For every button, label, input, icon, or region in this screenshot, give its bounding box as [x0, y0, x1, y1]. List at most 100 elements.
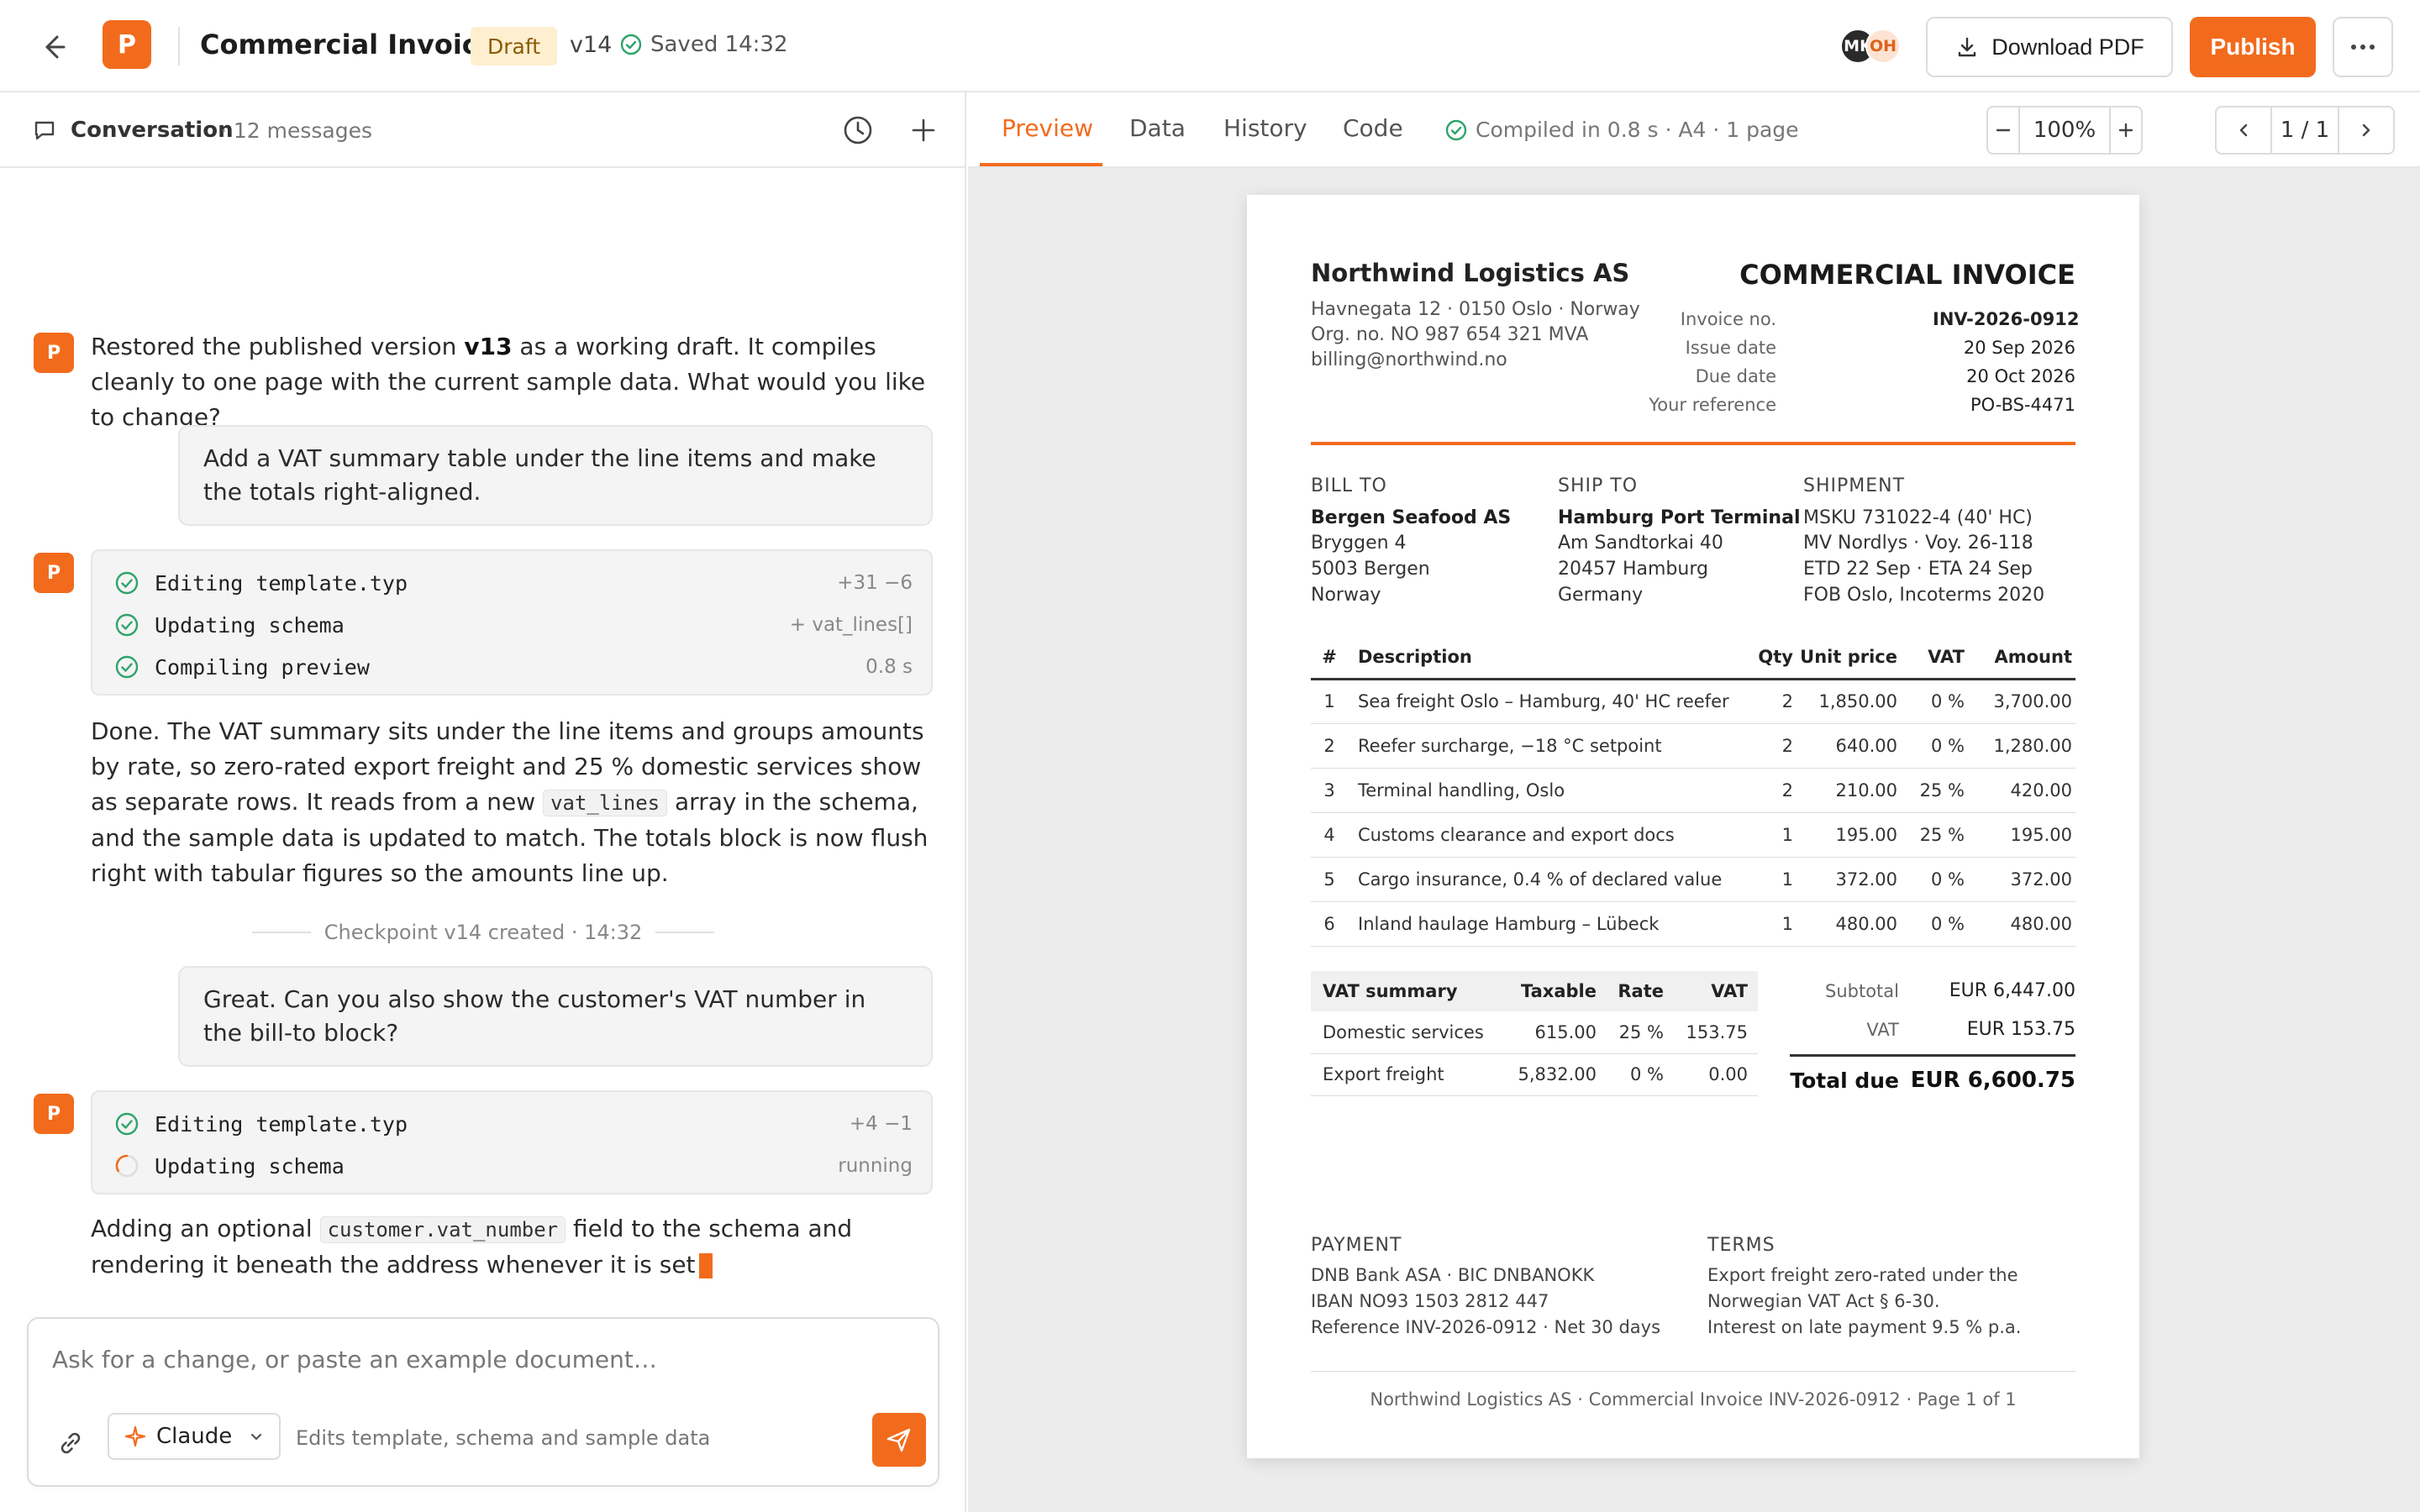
minus-icon	[1996, 129, 2011, 132]
next-page-button[interactable]	[2339, 108, 2393, 153]
due-date: 20 Oct 2026	[1966, 366, 2075, 386]
ship-to-name: Hamburg Port Terminal	[1558, 507, 1801, 528]
issue-date: 20 Sep 2026	[1963, 338, 2075, 358]
shipment-line: FOB Oslo, Incoterms 2020	[1803, 585, 2045, 606]
tab-history[interactable]: History	[1223, 114, 1307, 142]
more-horizontal-icon	[2351, 45, 2375, 50]
download-pdf-button[interactable]: Download PDF	[1926, 17, 2173, 77]
item-description: Inland haulage Hamburg – Lübeck	[1348, 901, 1743, 947]
user-message: Great. Can you also show the customer's …	[178, 966, 933, 1067]
tool-step-meta: +4 −1	[849, 1113, 913, 1135]
total-due-label: Total due	[1790, 1068, 1899, 1093]
subtotal-value: EUR 6,447.00	[1949, 980, 2075, 1001]
assistant-message: Done. The VAT summary sits under the lin…	[91, 714, 931, 891]
ship-to-line: 20457 Hamburg	[1558, 559, 1708, 580]
composer: Claude Edits template, schema and sample…	[27, 1317, 939, 1487]
table-row: Domestic services 615.00 25 % 153.75	[1311, 1011, 1758, 1054]
spinner-icon	[115, 1154, 139, 1178]
prompt-input[interactable]	[52, 1342, 909, 1376]
model-selector[interactable]: Claude	[108, 1413, 281, 1460]
chevron-left-icon	[2239, 123, 2248, 137]
header-divider	[178, 27, 180, 66]
check-circle-icon	[115, 655, 139, 679]
tool-step-label: Editing template.typ	[155, 570, 408, 596]
tab-code[interactable]: Code	[1343, 114, 1403, 142]
document-title[interactable]: Commercial Invoice	[200, 29, 496, 60]
column-header: Qty	[1743, 637, 1793, 680]
composer-hint: Edits template, schema and sample data	[296, 1426, 711, 1450]
send-button[interactable]	[872, 1413, 926, 1467]
bill-to-line: 5003 Bergen	[1311, 559, 1430, 580]
item-amount: 3,700.00	[1965, 679, 2075, 724]
streaming-cursor	[698, 1253, 713, 1278]
company-email: billing@northwind.no	[1311, 349, 1507, 370]
item-number: 1	[1311, 679, 1348, 724]
tab-preview[interactable]: Preview	[1002, 114, 1093, 142]
item-unit-price: 480.00	[1793, 901, 1897, 947]
assistant-avatar: P	[34, 553, 74, 593]
item-unit-price: 210.00	[1793, 768, 1897, 813]
item-description: Cargo insurance, 0.4 % of declared value	[1348, 857, 1743, 902]
tab-data[interactable]: Data	[1129, 114, 1186, 142]
conversation-title: Conversation	[71, 118, 234, 143]
check-circle-icon	[115, 571, 139, 595]
zoom-level[interactable]: 100%	[2018, 108, 2111, 153]
tool-step: Compiling preview 0.8 s	[114, 650, 913, 684]
line-items-table: # Description Qty Unit price VAT Amount …	[1311, 637, 2075, 947]
item-vat: 25 %	[1897, 812, 1965, 858]
table-row: Export freight 5,832.00 0 % 0.00	[1311, 1053, 1758, 1096]
message-count: · 12 messages	[220, 118, 373, 143]
check-circle-icon	[115, 1112, 139, 1136]
payment-line: DNB Bank ASA · BIC DNBANOKK	[1311, 1265, 1595, 1285]
item-qty: 1	[1743, 901, 1793, 947]
inline-code: vat_lines	[543, 790, 668, 816]
subtotal-label: Subtotal	[1825, 981, 1899, 1001]
table-header-row: VAT summary Taxable Rate VAT	[1311, 971, 1758, 1011]
table-row: 2 Reefer surcharge, −18 °C setpoint 2 64…	[1311, 723, 2075, 769]
invoice-number: INV-2026-0912	[1933, 309, 2080, 329]
history-clock-icon[interactable]	[842, 114, 874, 146]
column-header: Rate	[1597, 971, 1664, 1011]
item-vat: 0 %	[1897, 679, 1965, 724]
page-navigator: 1 / 1	[2215, 106, 2395, 155]
back-arrow-icon[interactable]	[37, 30, 71, 64]
item-description: Customs clearance and export docs	[1348, 812, 1743, 858]
meta-label: Invoice no.	[1680, 309, 1776, 329]
check-circle-icon	[620, 34, 642, 55]
item-unit-price: 372.00	[1793, 857, 1897, 902]
publish-button[interactable]: Publish	[2190, 17, 2316, 77]
item-description: Sea freight Oslo – Hamburg, 40' HC reefe…	[1348, 679, 1743, 724]
bill-to-heading: BILL TO	[1311, 475, 1387, 496]
tool-step: Editing template.typ +4 −1	[114, 1107, 913, 1141]
collaborator-avatars[interactable]: MK OH	[1840, 29, 1907, 66]
column-header: Amount	[1965, 637, 2075, 680]
zoom-in-button[interactable]	[2111, 108, 2141, 153]
terms-heading: TERMS	[1707, 1235, 1776, 1256]
prev-page-button[interactable]	[2217, 108, 2270, 153]
bill-to-name: Bergen Seafood AS	[1311, 507, 1512, 528]
attach-link-icon[interactable]	[54, 1426, 87, 1460]
new-conversation-plus-icon[interactable]	[908, 114, 939, 146]
item-number: 2	[1311, 723, 1348, 769]
zoom-out-button[interactable]	[1988, 108, 2018, 153]
reference: PO-BS-4471	[1970, 395, 2075, 415]
save-status: Saved 14:32	[620, 32, 788, 57]
status-badge: Draft	[471, 27, 558, 66]
column-header: VAT	[1897, 637, 1965, 680]
page-indicator: 1 / 1	[2270, 108, 2339, 153]
bill-to-line: Bryggen 4	[1311, 533, 1407, 554]
column-header: Taxable	[1487, 971, 1597, 1011]
item-qty: 1	[1743, 857, 1793, 902]
checkpoint-label: Checkpoint v14 created · 14:32	[324, 921, 643, 944]
table-row: 5 Cargo insurance, 0.4 % of declared val…	[1311, 857, 2075, 902]
table-row: 6 Inland haulage Hamburg – Lübeck 1 480.…	[1311, 901, 2075, 947]
terms-line: Export freight zero-rated under the	[1707, 1265, 2018, 1285]
tool-activity-card: Editing template.typ +4 −1 Updating sche…	[91, 1090, 933, 1194]
payment-line: IBAN NO93 1503 2812 447	[1311, 1291, 1549, 1311]
item-unit-price: 1,850.00	[1793, 679, 1897, 724]
total-due-value: EUR 6,600.75	[1910, 1068, 2075, 1093]
avatar[interactable]: OH	[1865, 29, 1901, 64]
send-icon	[886, 1428, 911, 1452]
more-options-button[interactable]	[2333, 17, 2393, 77]
sparkle-icon	[124, 1425, 146, 1447]
